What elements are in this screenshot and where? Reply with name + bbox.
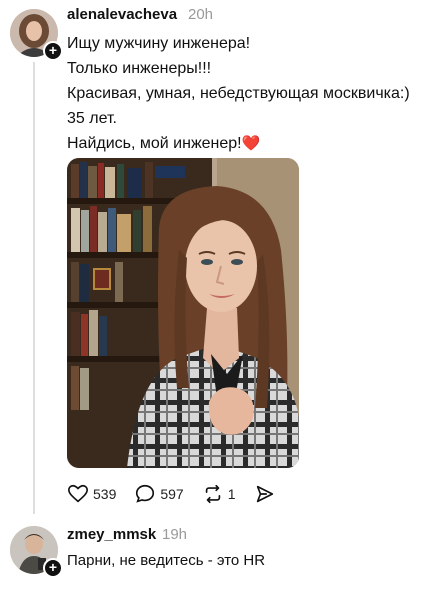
post-photo[interactable] — [67, 158, 299, 468]
post-body: Ищу мужчину инженера! Только инженеры!!!… — [67, 32, 410, 157]
reply-timestamp: 19h — [162, 526, 188, 543]
like-count: 539 — [93, 486, 117, 502]
comment-bubble-icon — [136, 484, 155, 503]
post-line-text: Найдись, мой инженер! — [67, 135, 242, 152]
like-button[interactable]: 539 — [67, 483, 116, 505]
repost-icon — [205, 484, 220, 504]
share-button[interactable] — [254, 483, 276, 505]
follow-plus-icon[interactable]: + — [43, 41, 63, 61]
repost-count: 1 — [227, 486, 236, 502]
post-timestamp: 20h — [188, 6, 214, 23]
reply-body: Парни, не ведитесь - это HR — [67, 552, 266, 569]
comment-count: 597 — [160, 486, 184, 502]
reply-follow-plus-icon[interactable]: + — [43, 558, 63, 578]
post-actions: 539 597 1 — [67, 482, 294, 506]
thread-post: + alenalevacheva 20h Ищу мужчину инженер… — [0, 0, 432, 600]
post-line: Красивая, умная, небедствующая москвичка… — [67, 85, 410, 102]
reply-username[interactable]: zmey_mmsk — [67, 526, 156, 543]
post-line: Найдись, мой инженер!❤️ — [67, 132, 410, 157]
send-icon — [256, 485, 273, 503]
heart-outline-icon — [68, 484, 88, 503]
repost-button[interactable]: 1 — [202, 483, 236, 505]
post-line: 35 лет. — [67, 110, 117, 127]
post-line: Ищу мужчину инженера! — [67, 35, 251, 52]
comment-button[interactable]: 597 — [134, 483, 184, 505]
post-line: Только инженеры!!! — [67, 60, 212, 77]
photo-image — [67, 158, 299, 468]
heart-emoji-icon: ❤️ — [241, 135, 261, 152]
post-username[interactable]: alenalevacheva — [67, 6, 177, 23]
thread-line — [33, 62, 35, 514]
